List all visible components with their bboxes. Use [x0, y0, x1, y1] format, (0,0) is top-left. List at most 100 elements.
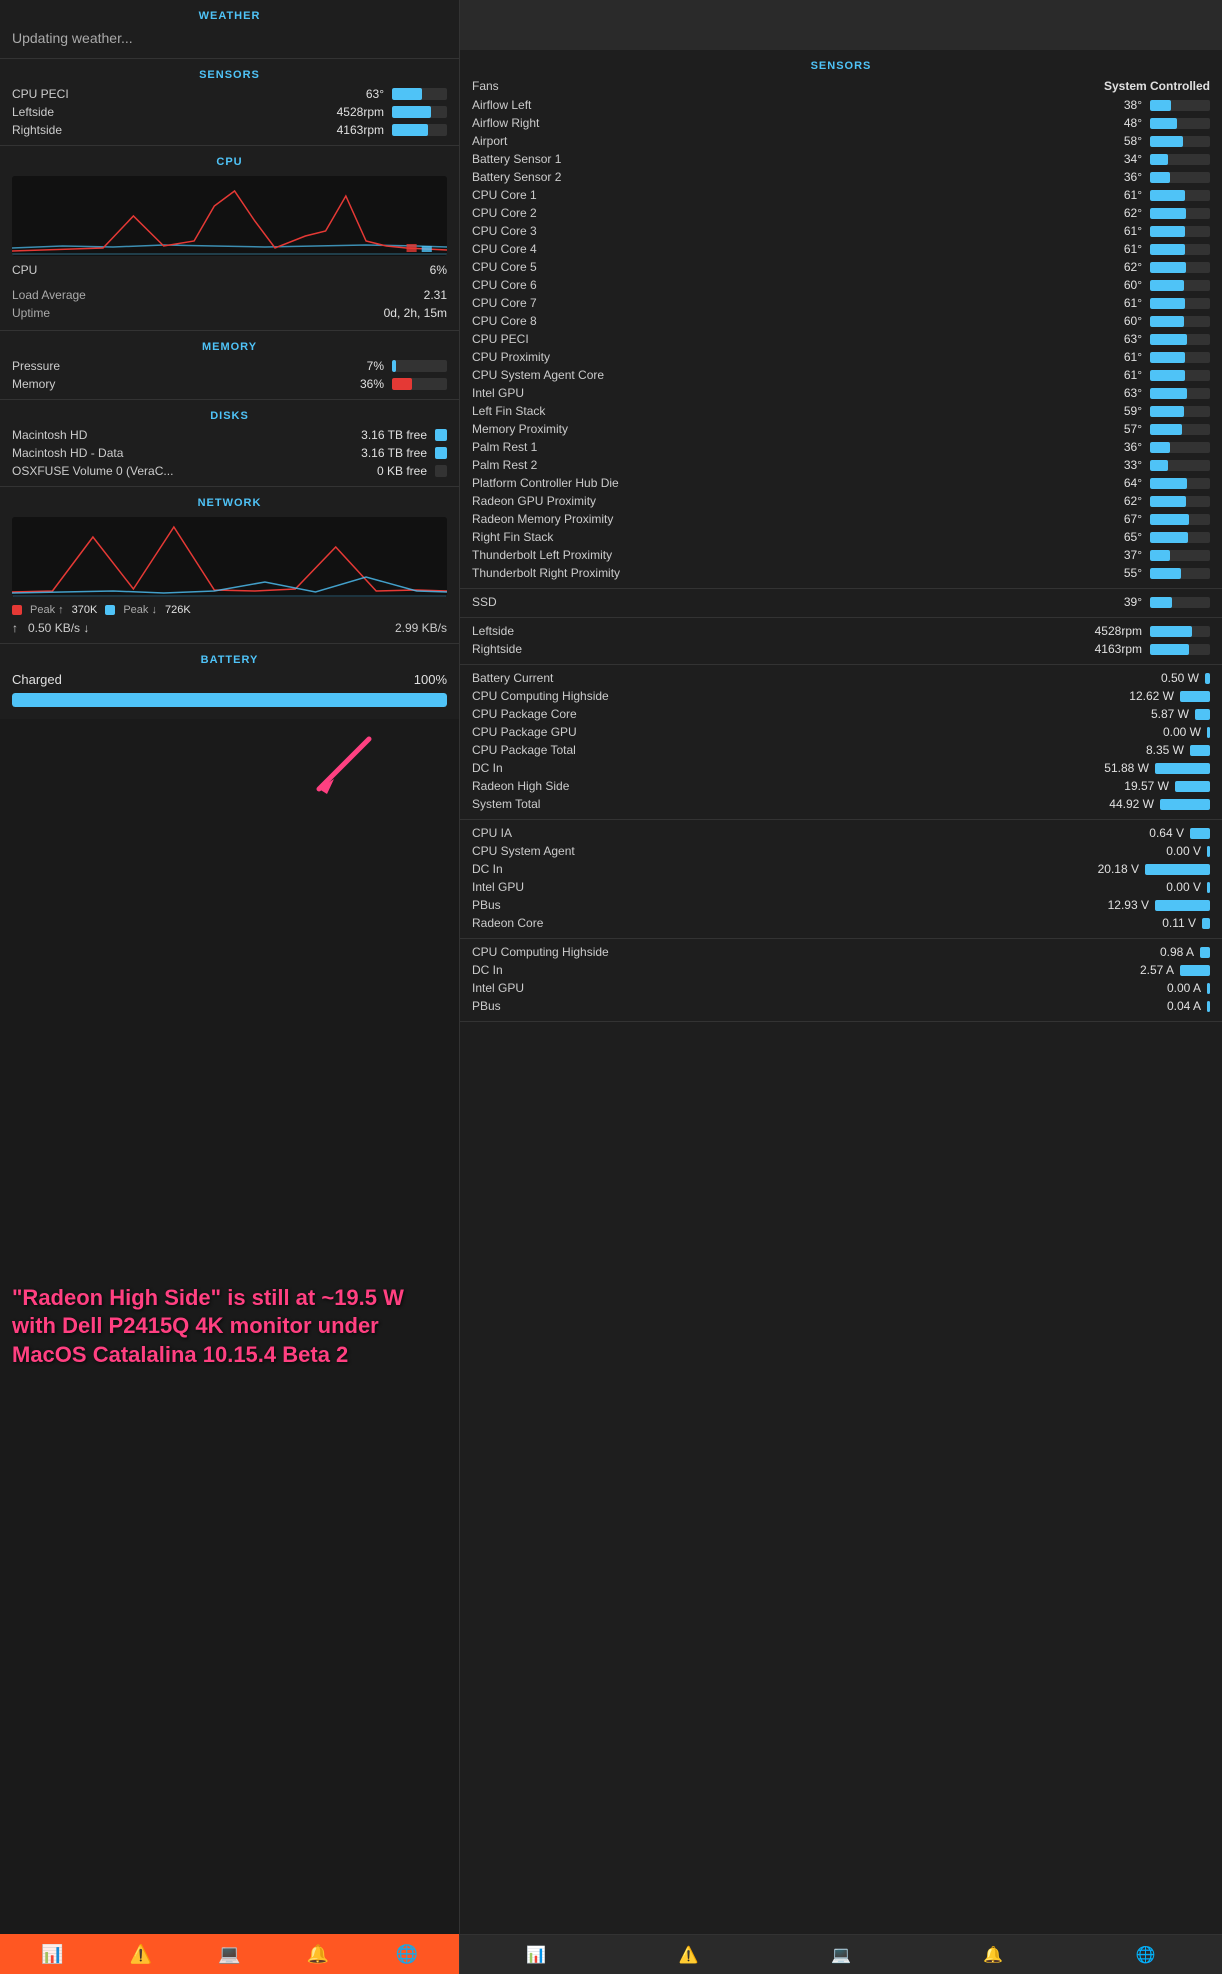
temp-bar-container-2 — [1150, 136, 1210, 147]
temp-row-8: CPU Core 4 61° — [472, 240, 1210, 258]
cpu-value: 6% — [430, 263, 447, 277]
fan-leftside-row: Leftside 4528rpm — [472, 622, 1210, 640]
right-sensors-section: SENSORS Fans System Controlled Airflow L… — [460, 50, 1222, 589]
temp-value-22: 62° — [1097, 494, 1142, 508]
amp-row-3: PBus 0.04 A — [472, 997, 1210, 1015]
watt-bar-3 — [1207, 727, 1210, 738]
temp-bar-container-19 — [1150, 442, 1210, 453]
sensors-left-section: SENSORS CPU PECI 63° Leftside 4528rpm Ri… — [0, 59, 459, 146]
sensors-left-header: SENSORS — [0, 63, 459, 85]
dock-icon-chart[interactable]: 📊 — [41, 1944, 63, 1965]
battery-row: Charged 100% — [0, 670, 459, 689]
watt-label-3: CPU Package GPU — [472, 725, 1136, 739]
right-dock-icon-terminal[interactable]: 💻 — [831, 1945, 851, 1965]
temp-bar-container-8 — [1150, 244, 1210, 255]
temp-row-10: CPU Core 6 60° — [472, 276, 1210, 294]
temp-bar-container-23 — [1150, 514, 1210, 525]
temp-bar-container-18 — [1150, 424, 1210, 435]
volt-row-5: Radeon Core 0.11 V — [472, 914, 1210, 932]
bottom-text: "Radeon High Side" is still at ~19.5 W w… — [12, 1284, 447, 1370]
disk-bar-osxfuse — [435, 465, 447, 477]
temp-bar-container-4 — [1150, 172, 1210, 183]
amp-label-3: PBus — [472, 999, 1136, 1013]
dock-icon-terminal[interactable]: 💻 — [218, 1944, 240, 1965]
disk-bar-macintosh-hd — [435, 429, 447, 441]
volt-row-3: Intel GPU 0.00 V — [472, 878, 1210, 896]
temp-value-15: 61° — [1097, 368, 1142, 382]
peak-up-value: 370K — [72, 604, 98, 616]
temp-label-11: CPU Core 7 — [472, 296, 1097, 310]
sensor-row-cpupeci: CPU PECI 63° — [0, 85, 459, 103]
disk-label-macintosh-hd: Macintosh HD — [12, 428, 347, 442]
battery-section: BATTERY Charged 100% — [0, 644, 459, 719]
amp-bar-2 — [1207, 983, 1210, 994]
right-dock-icon-warning[interactable]: ⚠️ — [679, 1945, 699, 1965]
temp-value-19: 36° — [1097, 440, 1142, 454]
watt-bar-2 — [1195, 709, 1210, 720]
dock-icon-warning[interactable]: ⚠️ — [130, 1944, 152, 1965]
volt-row-2: DC In 20.18 V — [472, 860, 1210, 878]
fans-row: Fans System Controlled — [472, 76, 1210, 96]
temp-bar-container-25 — [1150, 550, 1210, 561]
sensor-value-cpupeci: 63° — [314, 87, 384, 101]
amp-label-2: Intel GPU — [472, 981, 1136, 995]
memory-section: MEMORY Pressure 7% Memory 36% — [0, 331, 459, 400]
right-dock-icon-chart[interactable]: 📊 — [526, 1945, 546, 1965]
watt-bar-7 — [1160, 799, 1210, 810]
disk-value-osxfuse: 0 KB free — [347, 464, 427, 478]
volt-value-1: 0.00 V — [1136, 844, 1201, 858]
network-speeds: ↑ 0.50 KB/s ↓ 2.99 KB/s — [0, 619, 459, 637]
network-header: NETWORK — [0, 491, 459, 513]
temp-bar-container-22 — [1150, 496, 1210, 507]
temp-value-26: 55° — [1097, 566, 1142, 580]
uptime-label: Uptime — [12, 306, 50, 320]
disk-bar-macintosh-hd-data — [435, 447, 447, 459]
volt-row-1: CPU System Agent 0.00 V — [472, 842, 1210, 860]
temp-label-5: CPU Core 1 — [472, 188, 1097, 202]
temp-bar-container-7 — [1150, 226, 1210, 237]
amp-label-1: DC In — [472, 963, 1109, 977]
ssd-bar — [1150, 597, 1172, 608]
amps-rows: CPU Computing Highside 0.98 A DC In 2.57… — [472, 943, 1210, 1015]
fans-value: System Controlled — [1104, 79, 1210, 93]
temp-bar-container-15 — [1150, 370, 1210, 381]
amp-row-0: CPU Computing Highside 0.98 A — [472, 943, 1210, 961]
temp-bar-container-14 — [1150, 352, 1210, 363]
right-dock-icon-globe[interactable]: 🌐 — [1136, 1945, 1156, 1965]
temperature-sensors: Airflow Left 38° Airflow Right 48° Airpo… — [472, 96, 1210, 582]
temp-label-16: Intel GPU — [472, 386, 1097, 400]
temp-label-19: Palm Rest 1 — [472, 440, 1097, 454]
temp-label-10: CPU Core 6 — [472, 278, 1097, 292]
load-average-row: Load Average 2.31 — [0, 286, 459, 304]
right-top-bar — [460, 0, 1222, 50]
temp-bar-19 — [1150, 442, 1170, 453]
fan-leftside-value: 4528rpm — [1095, 624, 1142, 638]
temp-bar-26 — [1150, 568, 1181, 579]
watt-row-3: CPU Package GPU 0.00 W — [472, 723, 1210, 741]
watt-bar-0 — [1205, 673, 1210, 684]
temp-value-12: 60° — [1097, 314, 1142, 328]
watt-value-3: 0.00 W — [1136, 725, 1201, 739]
temp-value-5: 61° — [1097, 188, 1142, 202]
watt-bar-1 — [1180, 691, 1210, 702]
battery-value: 100% — [414, 672, 447, 687]
volt-label-4: PBus — [472, 898, 1084, 912]
dock-icon-globe[interactable]: 🌐 — [395, 1944, 417, 1965]
watts-group: Battery Current 0.50 W CPU Computing Hig… — [460, 665, 1222, 820]
temp-bar-3 — [1150, 154, 1168, 165]
watt-row-7: System Total 44.92 W — [472, 795, 1210, 813]
temp-bar-container-10 — [1150, 280, 1210, 291]
volts-group: CPU IA 0.64 V CPU System Agent 0.00 V DC… — [460, 820, 1222, 939]
fan-rightside-bar — [1150, 644, 1189, 655]
right-dock-icon-bell[interactable]: 🔔 — [983, 1945, 1003, 1965]
temp-row-11: CPU Core 7 61° — [472, 294, 1210, 312]
dock-icon-bell[interactable]: 🔔 — [307, 1944, 329, 1965]
weather-status: Updating weather... — [12, 26, 447, 50]
volt-bar-2 — [1145, 864, 1210, 875]
temp-label-7: CPU Core 3 — [472, 224, 1097, 238]
volt-label-0: CPU IA — [472, 826, 1119, 840]
cpu-label: CPU — [12, 263, 37, 277]
volt-value-0: 0.64 V — [1119, 826, 1184, 840]
temp-bar-container-5 — [1150, 190, 1210, 201]
right-panel: SENSORS Fans System Controlled Airflow L… — [460, 0, 1222, 1974]
